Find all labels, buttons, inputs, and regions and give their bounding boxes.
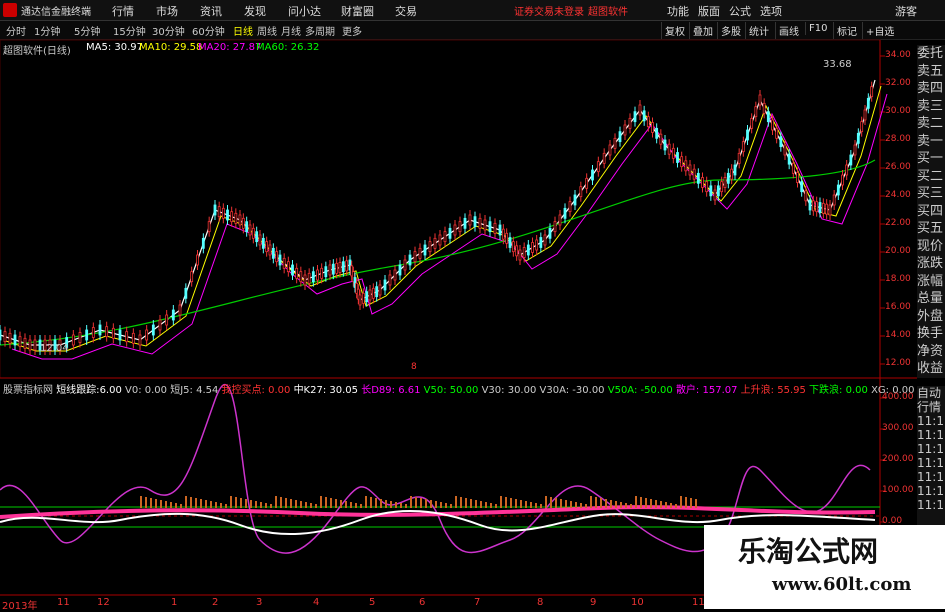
indicator-value: 长D89: 6.61	[361, 385, 421, 396]
kline-chart[interactable]	[0, 0, 945, 609]
price-tick: 28.00	[885, 134, 911, 144]
sidebar-item[interactable]: 买二	[917, 168, 945, 186]
sidebar-item[interactable]: 买一	[917, 150, 945, 168]
sidebar-item[interactable]: 外盘	[917, 308, 945, 326]
sidebar-item[interactable]: 自动	[917, 386, 945, 400]
price-tick: 22.00	[885, 218, 911, 228]
date-label: 5	[369, 597, 376, 608]
ma10-value: MA10: 29.58	[139, 42, 203, 53]
indicator-tick: 300.00	[882, 423, 914, 433]
watermark-title: 乐淘公式网	[738, 535, 879, 568]
indicator-value: 6.00	[99, 385, 122, 396]
date-label: 1	[171, 597, 178, 608]
indicator-value: 上升浪: 55.95	[740, 385, 806, 396]
indicator-value: 中K27: 30.05	[293, 385, 359, 396]
indicator-value: V30: 30.00	[481, 385, 537, 396]
sidebar-item[interactable]: 卖五	[917, 63, 945, 81]
indicator-value: 我控买点: 0.00	[221, 385, 291, 396]
indicator-value: V50: 50.00	[423, 385, 479, 396]
stock-name: 超图软件(日线)	[3, 46, 71, 57]
ma20-value: MA20: 27.87	[198, 42, 262, 53]
tick-time: 11:1	[917, 456, 944, 470]
price-tick: 14.00	[885, 330, 911, 340]
date-label: 8	[537, 597, 544, 608]
sidebar-item[interactable]: 换手	[917, 325, 945, 343]
sidebar-item[interactable]: 买三	[917, 185, 945, 203]
sidebar-item[interactable]: 买四	[917, 203, 945, 221]
tick-time: 11:1	[917, 498, 944, 512]
tick-time: 11:1	[917, 442, 944, 456]
tick-sidebar: 自动 行情 11:1 11:1 11:1 11:1 11:1 11:1 11:1	[917, 386, 945, 526]
indicator-value: 短J5: 4.54	[170, 385, 219, 396]
sidebar-item[interactable]: 委托	[917, 45, 945, 63]
sidebar-item[interactable]: 涨幅	[917, 273, 945, 291]
sidebar-item[interactable]: 行情	[917, 400, 945, 414]
date-label: 2	[212, 597, 219, 608]
indicator-tick: 400.00	[882, 392, 914, 402]
sidebar-item[interactable]: 净资	[917, 343, 945, 361]
date-label: 11	[692, 597, 705, 608]
date-label: 3	[256, 597, 263, 608]
date-label: 7	[474, 597, 481, 608]
date-label: 9	[590, 597, 597, 608]
low-price-label: 12.04	[40, 343, 69, 354]
sidebar-item[interactable]: 卖四	[917, 80, 945, 98]
indicator-tick: 200.00	[882, 454, 914, 464]
price-tick: 24.00	[885, 190, 911, 200]
date-label: 2013年	[2, 601, 38, 612]
indicator-value: V0: 0.00	[125, 385, 168, 396]
tick-time: 11:1	[917, 470, 944, 484]
quote-sidebar: 委托 卖五 卖四 卖三 卖二 卖一 买一 买二 买三 买四 买五 现价 涨跌 涨…	[917, 45, 945, 378]
sidebar-item[interactable]: 现价	[917, 238, 945, 256]
indicator-title: 短线跟踪:	[56, 385, 100, 396]
sidebar-item[interactable]: 总量	[917, 290, 945, 308]
date-label: 12	[97, 597, 110, 608]
sidebar-item[interactable]: 卖二	[917, 115, 945, 133]
sidebar-item[interactable]: 涨跌	[917, 255, 945, 273]
tick-time: 11:1	[917, 484, 944, 498]
sidebar-item[interactable]: 买五	[917, 220, 945, 238]
indicator-value: V50A: -50.00	[607, 385, 673, 396]
tick-time: 11:1	[917, 414, 944, 428]
price-tick: 26.00	[885, 162, 911, 172]
price-tick: 20.00	[885, 246, 911, 256]
sidebar-item[interactable]: 卖一	[917, 133, 945, 151]
event-marker: 8	[411, 362, 417, 372]
tick-time: 11:1	[917, 428, 944, 442]
indicator-value: V30A: -30.00	[539, 385, 605, 396]
ma5-value: MA5: 30.97	[86, 42, 144, 53]
price-tick: 30.00	[885, 106, 911, 116]
ma60-value: MA60: 26.32	[256, 42, 320, 53]
date-label: 4	[313, 597, 320, 608]
indicator-legend: 股票指标网 短线跟踪:6.00 V0: 0.00 短J5: 4.54 我控买点:…	[3, 381, 914, 396]
indicator-value: 下跌浪: 0.00	[809, 385, 868, 396]
price-tick: 18.00	[885, 274, 911, 284]
high-price-label: 33.68	[823, 59, 852, 70]
watermark-url: www.60lt.com	[772, 574, 912, 595]
indicator-source: 股票指标网	[3, 385, 53, 396]
price-tick: 32.00	[885, 78, 911, 88]
price-tick: 34.00	[885, 50, 911, 60]
price-tick: 12.00	[885, 358, 911, 368]
date-label: 10	[631, 597, 644, 608]
sidebar-item[interactable]: 收益	[917, 360, 945, 378]
sidebar-item[interactable]: 卖三	[917, 98, 945, 116]
price-tick: 16.00	[885, 302, 911, 312]
date-label: 11	[57, 597, 70, 608]
date-label: 6	[419, 597, 426, 608]
indicator-tick: 100.00	[882, 485, 914, 495]
indicator-value: 散户: 157.07	[675, 385, 738, 396]
